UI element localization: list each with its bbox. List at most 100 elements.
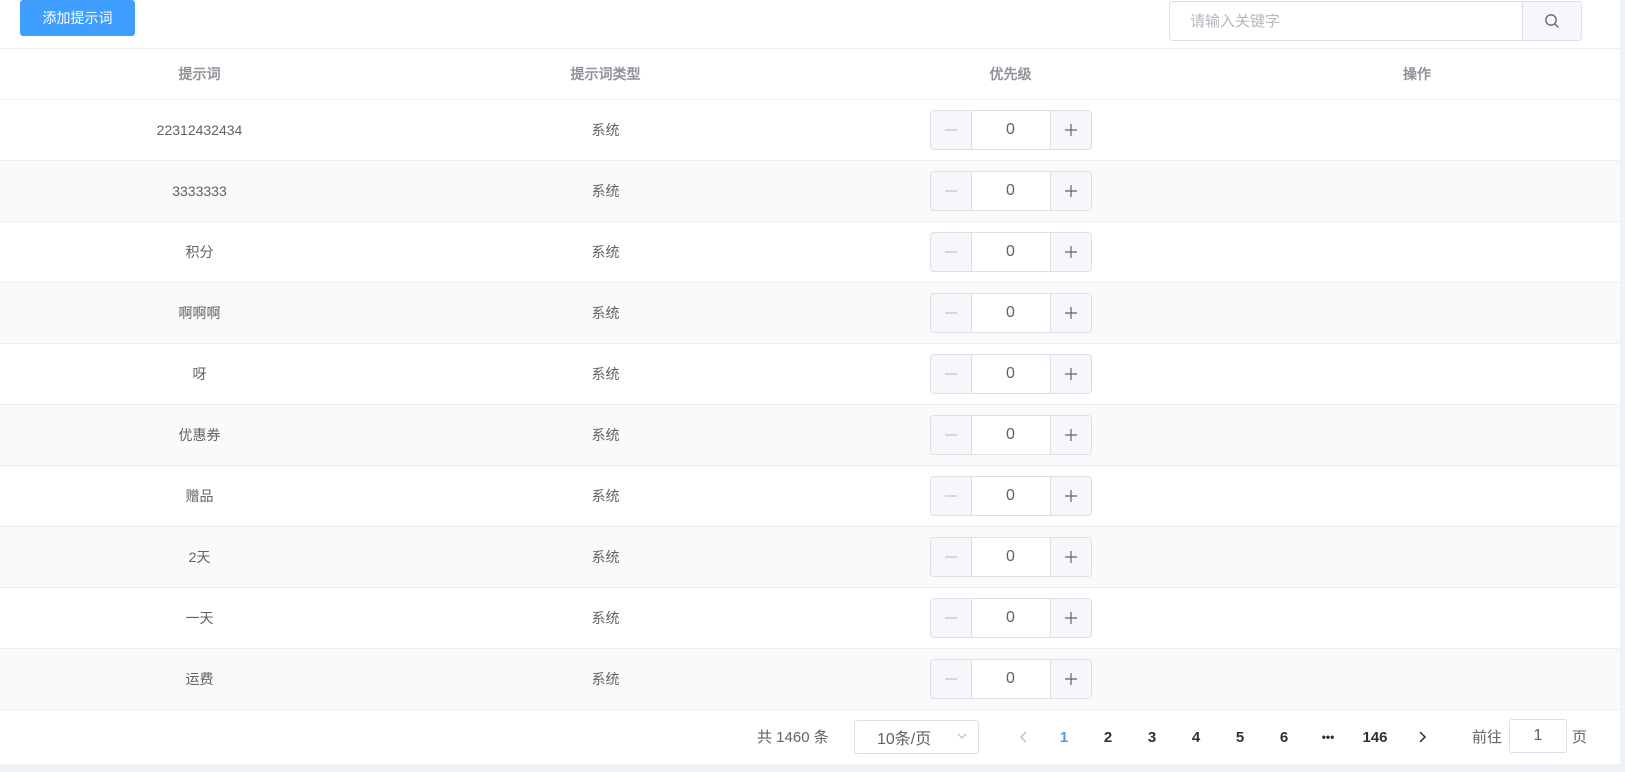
priority-value[interactable]: 0	[972, 111, 1050, 149]
next-page-button[interactable]	[1404, 720, 1440, 754]
priority-value[interactable]: 0	[972, 294, 1050, 332]
decrease-button[interactable]	[930, 111, 972, 149]
table-row: 优惠券 系统 0	[0, 405, 1625, 466]
keyword-cell: 优惠券	[178, 427, 221, 443]
priority-stepper: 0	[929, 293, 1092, 333]
priority-value[interactable]: 0	[972, 599, 1050, 637]
priority-stepper: 0	[929, 110, 1092, 150]
column-header-keyword: 提示词	[178, 66, 221, 82]
decrease-button[interactable]	[930, 538, 972, 576]
keyword-cell: 22312432434	[156, 122, 243, 138]
table-row: 2天 系统 0	[0, 527, 1625, 588]
keyword-cell: 积分	[185, 244, 214, 260]
decrease-button[interactable]	[930, 599, 972, 637]
table-row: 赠品 系统 0	[0, 466, 1625, 527]
pagination: 共 1460 条 10条/页 1 2 3 4 5 6 ••• 146 前往 页	[0, 711, 1625, 763]
keyword-cell: 运费	[185, 671, 214, 687]
increase-button[interactable]	[1049, 111, 1091, 149]
plus-icon	[1064, 551, 1077, 563]
plus-icon	[1064, 185, 1077, 197]
goto-page-input[interactable]	[1509, 719, 1567, 753]
plus-icon	[1064, 368, 1077, 380]
page-ellipsis[interactable]: •••	[1310, 720, 1346, 754]
decrease-button[interactable]	[930, 660, 972, 698]
type-cell: 系统	[591, 610, 620, 626]
plus-icon	[1064, 673, 1077, 685]
page-6[interactable]: 6	[1266, 720, 1302, 754]
priority-value[interactable]: 0	[972, 233, 1050, 271]
keyword-cell: 呀	[192, 366, 207, 382]
table-row: 呀 系统 0	[0, 344, 1625, 405]
decrease-button[interactable]	[930, 416, 972, 454]
decrease-button[interactable]	[930, 233, 972, 271]
search-button[interactable]	[1522, 2, 1581, 40]
minus-icon	[944, 312, 957, 314]
decrease-button[interactable]	[930, 172, 972, 210]
type-cell: 系统	[591, 366, 620, 382]
add-prompt-button[interactable]: 添加提示词	[20, 0, 135, 36]
minus-icon	[944, 556, 957, 558]
plus-icon	[1064, 246, 1077, 258]
plus-icon	[1064, 124, 1077, 136]
priority-value[interactable]: 0	[972, 172, 1050, 210]
increase-button[interactable]	[1049, 538, 1091, 576]
page-2[interactable]: 2	[1090, 720, 1126, 754]
priority-cell: 0	[812, 232, 1209, 272]
priority-stepper: 0	[929, 598, 1092, 638]
decrease-button[interactable]	[930, 355, 972, 393]
page-last[interactable]: 146	[1354, 720, 1396, 754]
prev-page-button[interactable]	[1006, 720, 1042, 754]
type-cell: 系统	[591, 549, 620, 565]
chevron-right-icon	[1419, 731, 1427, 743]
table-row: 22312432434 系统 0	[0, 100, 1625, 161]
page-5[interactable]: 5	[1222, 720, 1258, 754]
priority-stepper: 0	[929, 354, 1092, 394]
priority-value[interactable]: 0	[972, 538, 1050, 576]
increase-button[interactable]	[1049, 294, 1091, 332]
page-1[interactable]: 1	[1046, 720, 1082, 754]
vertical-scrollbar[interactable]	[1620, 0, 1625, 764]
increase-button[interactable]	[1049, 477, 1091, 515]
goto-suffix: 页	[1572, 729, 1588, 746]
increase-button[interactable]	[1049, 355, 1091, 393]
priority-cell: 0	[812, 354, 1209, 394]
page-size-select[interactable]: 10条/页	[854, 720, 979, 754]
priority-stepper: 0	[929, 659, 1092, 699]
chevron-left-icon	[1019, 731, 1027, 743]
priority-value[interactable]: 0	[972, 416, 1050, 454]
column-header-actions: 操作	[1403, 66, 1431, 82]
increase-button[interactable]	[1049, 416, 1091, 454]
priority-cell: 0	[812, 415, 1209, 455]
type-cell: 系统	[591, 671, 620, 687]
table-row: 运费 系统 0	[0, 649, 1625, 710]
table-row: 一天 系统 0	[0, 588, 1625, 649]
minus-icon	[944, 190, 957, 192]
increase-button[interactable]	[1049, 660, 1091, 698]
priority-value[interactable]: 0	[972, 355, 1050, 393]
keyword-cell: 3333333	[172, 183, 227, 199]
type-cell: 系统	[591, 305, 620, 321]
decrease-button[interactable]	[930, 477, 972, 515]
prompt-table: 提示词 提示词类型 优先级 操作 22312432434 系统 0 3333333 系统…	[0, 48, 1625, 710]
page-4[interactable]: 4	[1178, 720, 1214, 754]
increase-button[interactable]	[1049, 233, 1091, 271]
increase-button[interactable]	[1049, 599, 1091, 637]
decrease-button[interactable]	[930, 294, 972, 332]
search-input[interactable]	[1170, 2, 1522, 40]
page-3[interactable]: 3	[1134, 720, 1170, 754]
search-box	[1169, 1, 1582, 41]
total-count: 共 1460 条	[757, 729, 829, 746]
priority-cell: 0	[812, 293, 1209, 333]
keyword-cell: 2天	[188, 549, 211, 565]
column-header-priority: 优先级	[989, 66, 1032, 82]
type-cell: 系统	[591, 244, 620, 260]
priority-stepper: 0	[929, 232, 1092, 272]
table-row: 啊啊啊 系统 0	[0, 283, 1625, 344]
type-cell: 系统	[591, 488, 620, 504]
horizontal-scrollbar[interactable]	[0, 764, 1625, 772]
increase-button[interactable]	[1049, 172, 1091, 210]
priority-value[interactable]: 0	[972, 477, 1050, 515]
table-body: 22312432434 系统 0 3333333 系统 0 积分 系统 0 啊啊啊 系统 0 呀系统 0 优…	[0, 100, 1625, 710]
priority-value[interactable]: 0	[972, 660, 1050, 698]
keyword-cell: 一天	[185, 610, 214, 626]
